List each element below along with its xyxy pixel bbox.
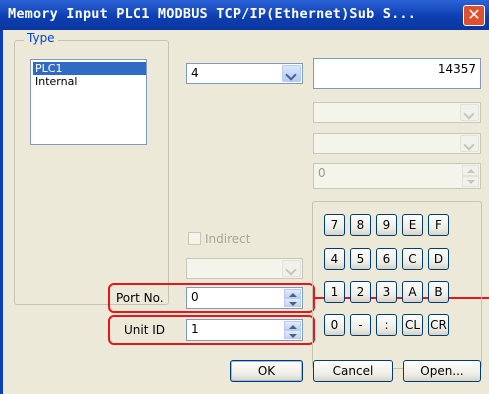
cancel-button[interactable]: Cancel: [313, 360, 393, 382]
type-listbox[interactable]: PLC1 Internal: [30, 59, 147, 145]
key-clear[interactable]: CL: [402, 314, 423, 336]
spin-down-icon: [467, 180, 475, 184]
unit-spin-buttons[interactable]: [284, 321, 301, 339]
type-item-internal[interactable]: Internal: [33, 75, 79, 88]
key-4[interactable]: 4: [324, 248, 345, 270]
spin-up-icon[interactable]: [289, 293, 297, 297]
indirect-combo: [186, 258, 303, 279]
key-cr[interactable]: CR: [428, 314, 449, 336]
device-combo[interactable]: 4: [186, 63, 303, 84]
key-9[interactable]: 9: [376, 214, 397, 236]
spin-down-icon[interactable]: [289, 302, 297, 306]
key-f[interactable]: F: [428, 214, 449, 236]
indirect-checkbox: [188, 232, 201, 245]
key-d[interactable]: D: [428, 248, 449, 270]
key-0[interactable]: 0: [324, 314, 345, 336]
chevron-down-icon: [463, 139, 475, 151]
unit-value: 1: [191, 322, 199, 336]
port-spin-buttons[interactable]: [284, 289, 301, 307]
port-value: 0: [191, 290, 199, 304]
key-8[interactable]: 8: [350, 214, 371, 236]
unit-label: Unit ID: [124, 323, 166, 337]
chevron-down-icon: [463, 108, 475, 120]
spin-up-icon: [467, 169, 475, 173]
spin-down-icon[interactable]: [289, 334, 297, 338]
indirect-label: Indirect: [205, 232, 251, 246]
chevron-down-icon: [285, 69, 297, 81]
key-a[interactable]: A: [402, 281, 423, 303]
key-e[interactable]: E: [402, 214, 423, 236]
key-1[interactable]: 1: [324, 281, 345, 303]
key-colon[interactable]: :: [376, 314, 397, 336]
window-title: Memory Input PLC1 MODBUS TCP/IP(Ethernet…: [8, 6, 417, 22]
close-icon: ✕: [467, 5, 481, 24]
key-2[interactable]: 2: [350, 281, 371, 303]
address-field-value: 14357: [437, 62, 476, 76]
key-minus[interactable]: -: [350, 314, 371, 336]
spin-up-icon[interactable]: [289, 325, 297, 329]
port-field[interactable]: 0: [186, 287, 303, 309]
unit-field[interactable]: 1: [186, 319, 303, 341]
indirect-combo-dropdown: [282, 260, 301, 277]
disabled-combo-1-dropdown: [460, 104, 479, 121]
disabled-combo-1: [313, 102, 481, 123]
chevron-down-icon: [285, 264, 297, 276]
key-7[interactable]: 7: [324, 214, 345, 236]
port-label: Port No.: [116, 291, 164, 305]
close-button[interactable]: ✕: [463, 5, 485, 26]
ok-button[interactable]: OK: [230, 360, 303, 382]
key-3[interactable]: 3: [376, 281, 397, 303]
device-combo-value: 4: [191, 66, 199, 80]
disabled-combo-2: [313, 133, 481, 154]
disabled-combo-2-dropdown: [460, 135, 479, 152]
address-field[interactable]: 14357: [313, 58, 481, 89]
type-item-plc1[interactable]: PLC1: [33, 62, 146, 75]
disabled-spin-field: 0: [313, 163, 481, 189]
open-button[interactable]: Open...: [403, 360, 481, 382]
type-group-label: Type: [24, 31, 58, 45]
disabled-spin-value: 0: [318, 166, 326, 180]
key-5[interactable]: 5: [350, 248, 371, 270]
key-b[interactable]: B: [428, 281, 449, 303]
key-6[interactable]: 6: [376, 248, 397, 270]
key-c[interactable]: C: [402, 248, 423, 270]
disabled-spin-buttons: [462, 165, 479, 187]
device-combo-dropdown[interactable]: [282, 65, 301, 82]
